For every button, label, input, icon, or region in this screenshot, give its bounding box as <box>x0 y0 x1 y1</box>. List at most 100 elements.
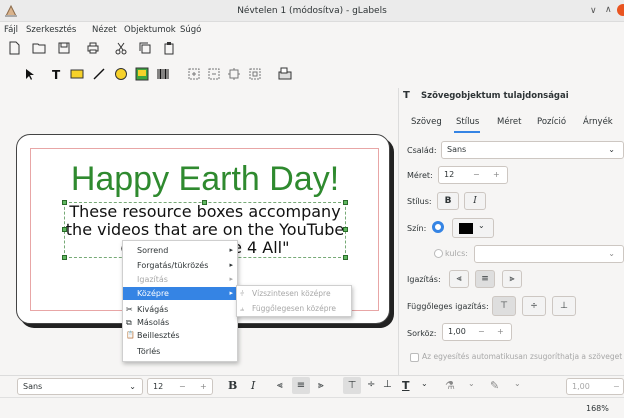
key-select[interactable]: ⌄ <box>474 245 624 263</box>
zoom-level: 168% <box>586 404 609 413</box>
chevron-down-icon[interactable]: ⌄ <box>514 379 521 388</box>
fill-color-icon[interactable]: ⚗ <box>445 379 455 392</box>
decrement-icon[interactable]: − <box>473 167 480 183</box>
zoom-in-icon[interactable] <box>187 67 201 81</box>
key-radio[interactable] <box>434 249 443 258</box>
label-title-text[interactable]: Happy Earth Day! <box>40 160 370 199</box>
bottom-align-right-icon[interactable]: ⫸ <box>318 380 324 391</box>
ctx-item-rotate[interactable]: Forgatás/tükrözés ▸ <box>123 259 237 272</box>
chevron-down-icon: ⌄ <box>129 382 136 391</box>
ctx-item-order[interactable]: Sorrend ▸ <box>123 244 237 257</box>
zoom-out-icon[interactable] <box>207 67 221 81</box>
open-folder-icon[interactable] <box>32 41 46 55</box>
menu-file[interactable]: Fájl <box>4 25 18 35</box>
spacing-label: Sorköz: <box>407 329 437 338</box>
merge-properties-icon[interactable] <box>278 67 292 81</box>
increment-icon[interactable]: + <box>497 324 504 340</box>
resize-handle[interactable] <box>343 227 348 232</box>
tab-style[interactable]: Stílus <box>456 117 479 127</box>
font-family-select[interactable]: Sans ⌄ <box>441 141 624 159</box>
paste-icon[interactable] <box>162 41 176 55</box>
bottom-align-left-icon[interactable]: ⫷ <box>277 380 283 391</box>
align-left-button[interactable]: ⫷ <box>449 270 469 288</box>
zoom-1to1-icon[interactable] <box>248 67 262 81</box>
chevron-down-icon[interactable]: ⌄ <box>468 379 475 388</box>
align-right-button[interactable]: ⫸ <box>502 270 522 288</box>
bottom-align-center-icon[interactable]: ≡ <box>292 377 310 394</box>
ellipse-tool-icon[interactable] <box>114 67 128 81</box>
tab-shadow[interactable]: Árnyék <box>583 117 613 127</box>
ctx-label: Kivágás <box>137 305 169 314</box>
copy-icon[interactable] <box>138 41 152 55</box>
pointer-tool-icon[interactable] <box>22 67 36 81</box>
save-icon[interactable] <box>57 41 71 55</box>
tab-size[interactable]: Méret <box>497 117 521 127</box>
resize-handle[interactable] <box>343 200 348 205</box>
resize-handle[interactable] <box>202 200 207 205</box>
maximize-button[interactable]: ∧ <box>605 5 612 15</box>
decrement-icon[interactable]: − <box>179 379 186 395</box>
ctx-item-cut[interactable]: ✂ Kivágás <box>123 303 237 316</box>
submenu-item-center-horizontal[interactable]: ⫩ Vízszintesen középre <box>240 287 350 300</box>
menu-view[interactable]: Nézet <box>92 25 117 35</box>
font-size-spin[interactable]: 12 − + <box>438 166 508 184</box>
bold-button[interactable]: B <box>437 192 459 210</box>
bottom-line-width-spin[interactable]: 1,00 − <box>566 378 624 395</box>
line-tool-icon[interactable] <box>92 67 106 81</box>
menu-edit[interactable]: Szerkesztés <box>26 25 76 35</box>
ctx-item-paste[interactable]: 📋 Beillesztés <box>123 329 237 342</box>
text-tool-icon[interactable]: T <box>50 67 64 82</box>
valign-center-button[interactable]: ÷ <box>522 296 546 316</box>
color-picker-button[interactable]: ⌄ <box>452 218 494 238</box>
submenu-item-center-vertical[interactable]: ⫨ Függőlegesen középre <box>240 302 350 315</box>
line-spacing-spin[interactable]: 1,00 − + <box>442 323 512 341</box>
color-radio[interactable] <box>432 221 444 233</box>
bottom-valign-center-icon[interactable]: ÷ <box>367 379 375 390</box>
tab-text[interactable]: Szöveg <box>411 117 442 127</box>
center-horizontal-icon: ⫩ <box>240 289 245 298</box>
menu-help[interactable]: Súgó <box>180 25 201 35</box>
box-tool-icon[interactable] <box>70 67 84 81</box>
cut-icon[interactable] <box>114 41 128 55</box>
align-center-button[interactable]: ≡ <box>475 270 495 288</box>
ctx-item-align[interactable]: Igazítás ▸ <box>123 273 237 286</box>
print-icon[interactable] <box>86 41 100 55</box>
increment-icon[interactable]: + <box>493 167 500 183</box>
autoshrink-checkbox[interactable] <box>410 353 419 362</box>
minimize-button[interactable]: ∨ <box>590 6 597 16</box>
resize-handle[interactable] <box>62 255 67 260</box>
copy-icon: ⧉ <box>126 318 132 327</box>
zoom-fit-icon[interactable] <box>227 67 241 81</box>
chevron-down-icon[interactable]: ⌄ <box>421 379 428 388</box>
svg-text:T: T <box>52 68 61 81</box>
decrement-icon[interactable]: − <box>478 324 485 340</box>
bottom-valign-top-icon[interactable]: ⊤ <box>343 377 361 394</box>
chevron-right-icon: ▸ <box>229 289 233 297</box>
new-document-icon[interactable] <box>7 41 21 55</box>
ctx-item-copy[interactable]: ⧉ Másolás <box>123 316 237 329</box>
resize-handle[interactable] <box>343 255 348 260</box>
valign-top-button[interactable]: ⊤ <box>492 296 516 316</box>
text-color-icon[interactable]: T <box>402 379 410 392</box>
increment-icon[interactable]: + <box>200 379 207 395</box>
decrement-icon[interactable]: − <box>613 379 620 395</box>
bottom-size-spin[interactable]: 12 − + <box>147 378 213 395</box>
ctx-item-center[interactable]: Középre ▸ <box>123 287 237 300</box>
close-button[interactable] <box>617 4 624 16</box>
valign-bottom-button[interactable]: ⊥ <box>552 296 576 316</box>
image-tool-icon[interactable] <box>135 67 149 81</box>
bottom-font-select[interactable]: Sans ⌄ <box>17 378 143 395</box>
resize-handle[interactable] <box>62 200 67 205</box>
bottom-bold-button[interactable]: B <box>228 379 237 392</box>
menu-objects[interactable]: Objektumok <box>124 25 176 35</box>
font-size-value: 12 <box>444 170 455 179</box>
resize-handle[interactable] <box>62 227 67 232</box>
barcode-tool-icon[interactable] <box>156 67 170 81</box>
color-swatch <box>459 223 473 234</box>
tab-position[interactable]: Pozíció <box>537 117 566 127</box>
line-color-icon[interactable]: ✎ <box>490 379 499 392</box>
italic-button[interactable]: I <box>464 192 486 210</box>
bottom-italic-button[interactable]: I <box>251 379 255 392</box>
bottom-valign-bottom-icon[interactable]: ⊥ <box>383 379 392 390</box>
ctx-item-delete[interactable]: Törlés <box>123 345 237 358</box>
